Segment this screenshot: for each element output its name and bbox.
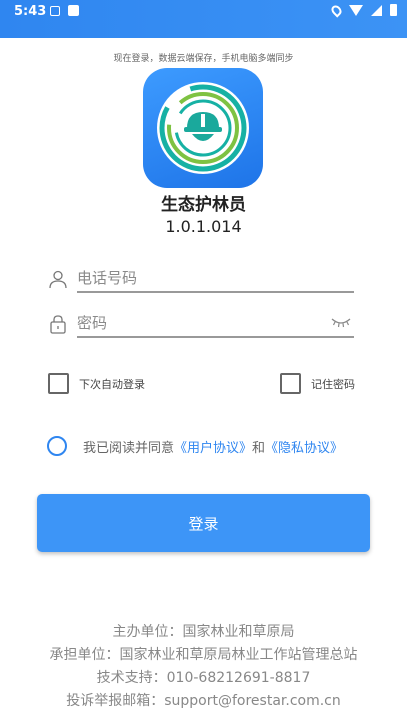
password-input[interactable] (77, 310, 317, 336)
location-icon (329, 2, 344, 18)
sync-tip: 现在登录，数据云端保存，手机电脑多端同步 (113, 54, 294, 64)
notification-a-icon (50, 6, 60, 16)
notification-box-icon (68, 5, 79, 16)
app-version: 1.0.1.014 (165, 217, 242, 236)
footer-report-email: 投诉举报邮箱：support@forestar.com.cn (66, 693, 341, 709)
auto-login-label: 下次自动登录 (79, 377, 145, 391)
battery-icon (390, 4, 397, 16)
agreement-radio[interactable] (47, 436, 67, 456)
signal-icon (371, 4, 382, 16)
phone-field (46, 263, 354, 293)
footer-undertaker: 承担单位：国家林业和草原局林业工作站管理总站 (49, 647, 358, 663)
app-logo (143, 68, 263, 188)
agreement-prefix: 我已阅读并同意 (83, 440, 175, 456)
privacy-agreement-link[interactable]: 《隐私协议》 (265, 437, 343, 456)
user-agreement-link[interactable]: 《用户协议》 (174, 437, 252, 456)
remember-password-label: 记住密码 (311, 377, 355, 391)
auto-login-option[interactable]: 下次自动登录 (48, 373, 145, 394)
remember-password-option[interactable]: 记住密码 (280, 373, 355, 394)
lock-icon (50, 315, 66, 334)
footer-host: 主办单位：国家林业和草原局 (112, 624, 295, 640)
user-icon (49, 270, 67, 289)
phone-input[interactable] (77, 265, 317, 291)
eye-closed-icon[interactable] (330, 315, 352, 329)
status-indicators (329, 2, 397, 18)
app-name: 生态护林员 (161, 195, 246, 215)
wifi-icon (349, 4, 363, 16)
password-field (46, 308, 354, 338)
status-time: 5:43 (14, 4, 47, 19)
agreement-row: 我已阅读并同意 《用户协议》 和 《隐私协议》 (47, 436, 343, 456)
status-bar: 5:43 (0, 0, 407, 38)
remember-password-checkbox[interactable] (280, 373, 301, 394)
login-button[interactable]: 登录 (37, 494, 370, 552)
auto-login-checkbox[interactable] (48, 373, 69, 394)
forest-ranger-logo-icon (159, 84, 247, 172)
agreement-and: 和 (252, 440, 266, 456)
footer-support: 技术支持：010-68212691-8817 (96, 670, 311, 686)
